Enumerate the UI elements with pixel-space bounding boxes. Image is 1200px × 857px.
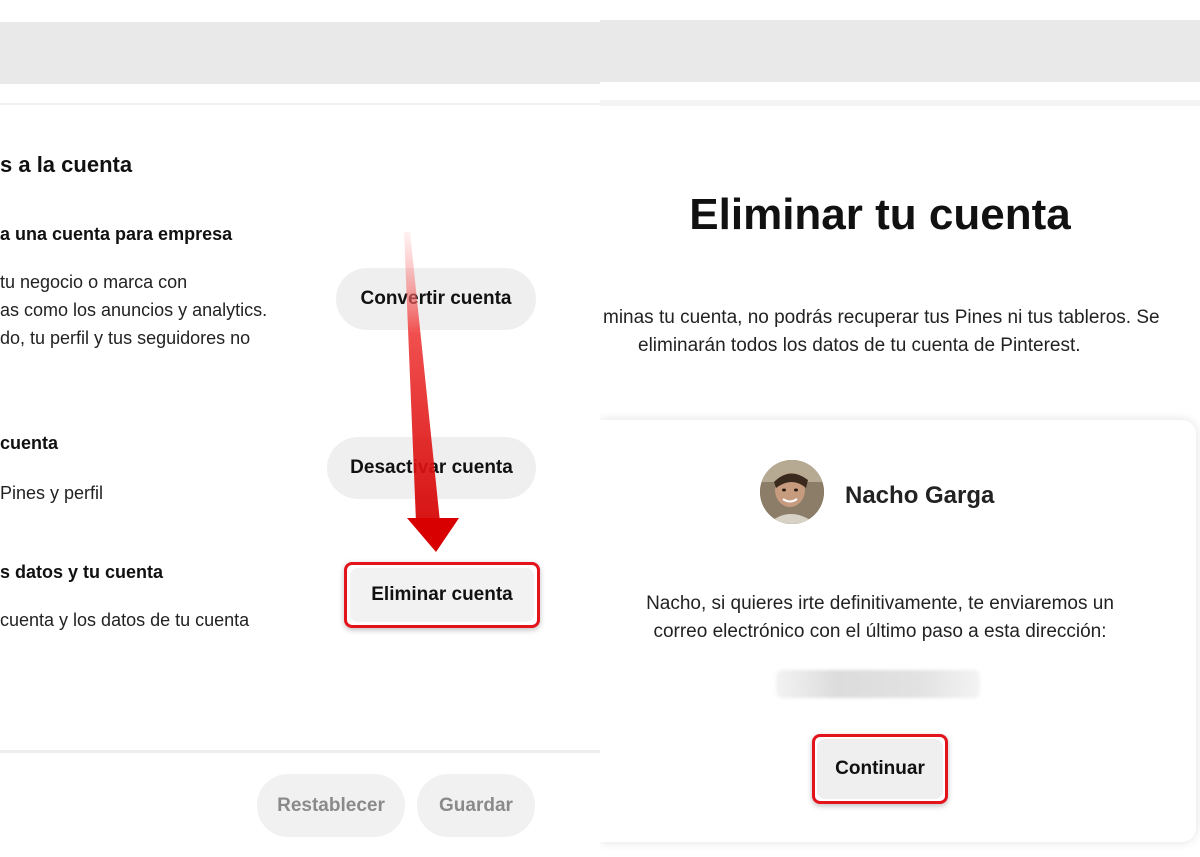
reset-button[interactable]: Restablecer [257, 774, 405, 837]
section-title: s a la cuenta [0, 152, 133, 177]
deactivate-account-button[interactable]: Desactivar cuenta [327, 437, 536, 499]
save-button[interactable]: Guardar [417, 774, 535, 837]
footer-divider [0, 750, 600, 753]
panel-edge [600, 100, 1200, 106]
settings-card [0, 103, 600, 753]
header-bar [0, 22, 600, 84]
description-line: Pines y perfil [0, 483, 104, 503]
deactivate-account-title: cuenta [0, 433, 59, 453]
page-title: Eliminar tu cuenta [689, 190, 1071, 239]
confirmation-message: Nacho, si quieres irte definitivamente, … [600, 590, 1160, 646]
description-line: tu negocio o marca con [0, 272, 188, 292]
header-bar [600, 20, 1200, 82]
description-line: cuenta y los datos de tu cuenta [0, 610, 250, 630]
convert-account-button[interactable]: Convertir cuenta [336, 268, 536, 330]
delete-account-panel: Eliminar tu cuenta minas tu cuenta, no p… [600, 0, 1200, 857]
message-line: Nacho, si quieres irte definitivamente, … [646, 593, 1114, 614]
deactivate-account-description: Pines y perfil [0, 479, 103, 507]
continue-button[interactable]: Continuar [817, 739, 943, 799]
convert-account-title: a una cuenta para empresa [0, 224, 233, 244]
delete-account-title: s datos y tu cuenta [0, 562, 164, 582]
description-line: do, tu perfil y tus seguidores no [0, 328, 251, 348]
description-line: as como los anuncios y analytics. [0, 300, 268, 320]
blurred-email-address [776, 670, 980, 698]
message-line: eliminarán todos los datos de tu cuenta … [638, 335, 1081, 356]
user-confirm-card: Nacho Garga Nacho, si quieres irte defin… [600, 420, 1196, 842]
delete-account-button[interactable]: Eliminar cuenta [350, 568, 534, 622]
convert-account-description: tu negocio o marca con as como los anunc… [0, 268, 267, 352]
user-name: Nacho Garga [845, 482, 995, 509]
user-photo-icon [760, 460, 824, 524]
account-settings-panel: s a la cuenta a una cuenta para empresa … [0, 0, 600, 857]
delete-account-description: cuenta y los datos de tu cuenta [0, 606, 249, 634]
avatar [760, 460, 824, 524]
message-line: minas tu cuenta, no podrás recuperar tus… [603, 307, 1160, 328]
message-line: correo electrónico con el último paso a … [653, 621, 1107, 642]
